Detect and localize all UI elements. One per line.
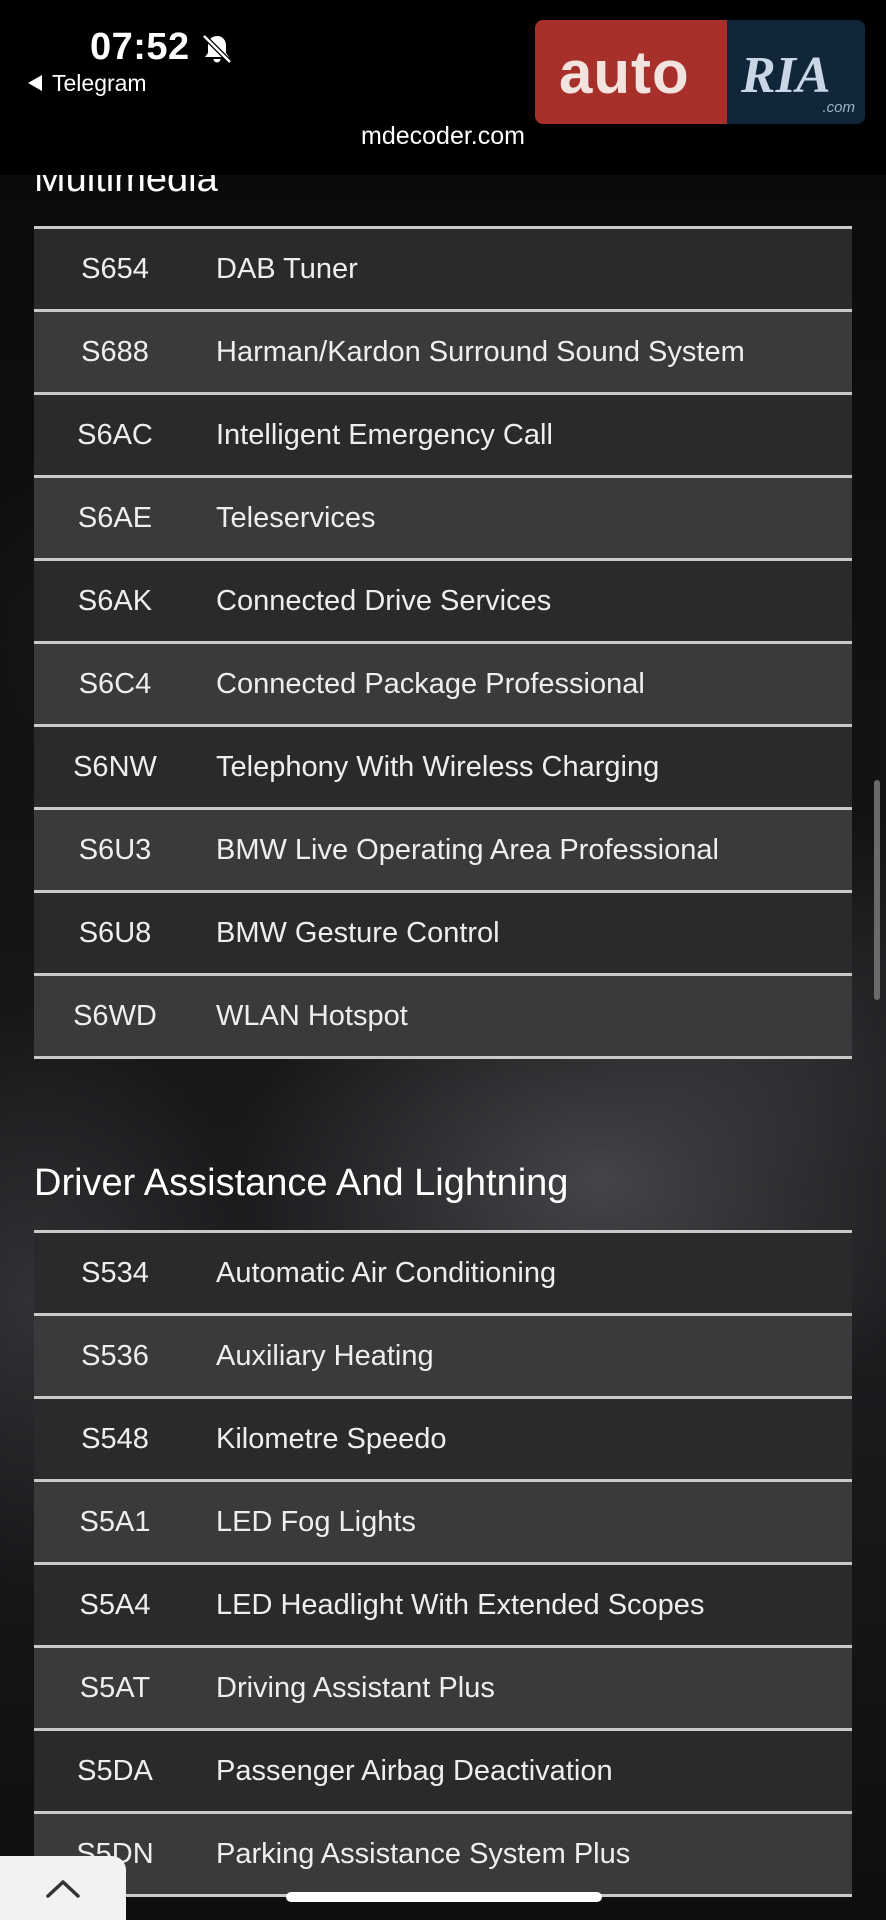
option-code: S6C4: [78, 667, 152, 700]
table-row: S5DN Parking Assistance System Plus: [34, 1814, 852, 1897]
table-row: S6AK Connected Drive Services: [34, 561, 852, 644]
chevron-up-icon: [46, 1880, 80, 1898]
option-description: DAB Tuner: [216, 252, 358, 285]
option-description: Auxiliary Heating: [216, 1339, 434, 1372]
option-description: Automatic Air Conditioning: [216, 1256, 557, 1289]
status-time: 07:52: [90, 26, 190, 68]
page-url[interactable]: mdecoder.com: [0, 122, 886, 151]
option-code: S6AE: [77, 501, 153, 534]
option-code: S5DA: [77, 1754, 153, 1787]
option-code: S5AT: [79, 1671, 151, 1704]
option-code: S534: [81, 1256, 149, 1289]
option-code: S6U8: [78, 916, 152, 949]
option-description: Connected Package Professional: [216, 667, 645, 700]
table-row: S6NW Telephony With Wireless Charging: [34, 727, 852, 810]
table-row: S688 Harman/Kardon Surround Sound System: [34, 312, 852, 395]
section-title-driver-assistance: Driver Assistance And Lightning: [34, 1162, 569, 1204]
option-code: S6NW: [73, 750, 157, 783]
autoria-brand-right: RIA: [741, 47, 831, 104]
option-code: S688: [81, 335, 149, 368]
option-code: S6WD: [73, 999, 157, 1032]
table-row: S536 Auxiliary Heating: [34, 1316, 852, 1399]
option-code: S6AC: [77, 418, 153, 451]
table-row: S6U8 BMW Gesture Control: [34, 893, 852, 976]
back-to-telegram-link[interactable]: Telegram: [28, 70, 147, 97]
option-code: S536: [81, 1339, 149, 1372]
option-code: S5A4: [79, 1588, 151, 1621]
autoria-brand-suffix: .com: [822, 99, 855, 116]
table-row: S5AT Driving Assistant Plus: [34, 1648, 852, 1731]
table-row: S6U3 BMW Live Operating Area Professional: [34, 810, 852, 893]
autoria-logo-left: auto: [535, 20, 727, 124]
option-description: Telephony With Wireless Charging: [216, 750, 660, 783]
option-code: S5A1: [79, 1505, 151, 1538]
scrollbar[interactable]: [874, 780, 880, 1000]
table-row: S534 Automatic Air Conditioning: [34, 1233, 852, 1316]
option-description: LED Fog Lights: [216, 1505, 416, 1538]
back-app-label: Telegram: [52, 70, 147, 96]
option-description: LED Headlight With Extended Scopes: [216, 1588, 705, 1621]
option-description: Passenger Airbag Deactivation: [216, 1754, 613, 1787]
autoria-logo-right: RIA .com: [727, 20, 865, 124]
option-description: WLAN Hotspot: [216, 999, 408, 1032]
table-row: S654 DAB Tuner: [34, 229, 852, 312]
table-row: S548 Kilometre Speedo: [34, 1399, 852, 1482]
table-row: S6C4 Connected Package Professional: [34, 644, 852, 727]
option-code: S6U3: [78, 833, 152, 866]
options-table-multimedia: S654 DAB Tuner S688 Harman/Kardon Surround…: [34, 226, 852, 1059]
status-bar: 07:52 Telegram mdecoder.com auto RIA .co…: [0, 0, 886, 175]
table-row: S5A4 LED Headlight With Extended Scopes: [34, 1565, 852, 1648]
autoria-watermark: auto RIA .com: [535, 20, 865, 124]
option-description: Driving Assistant Plus: [216, 1671, 495, 1704]
back-arrow-icon: [28, 74, 42, 91]
option-code: S654: [81, 252, 149, 285]
table-row: S5A1 LED Fog Lights: [34, 1482, 852, 1565]
table-row: S6AE Teleservices: [34, 478, 852, 561]
option-description: Connected Drive Services: [216, 584, 552, 617]
option-description: Kilometre Speedo: [216, 1422, 447, 1455]
option-description: Harman/Kardon Surround Sound System: [216, 335, 745, 368]
autoria-brand-left: auto: [559, 39, 690, 106]
option-description: BMW Live Operating Area Professional: [216, 833, 719, 866]
option-description: BMW Gesture Control: [216, 916, 500, 949]
option-code: S6AK: [77, 584, 153, 617]
option-description: Parking Assistance System Plus: [216, 1837, 631, 1870]
table-row: S6WD WLAN Hotspot: [34, 976, 852, 1059]
option-description: Teleservices: [216, 501, 376, 534]
option-description: Intelligent Emergency Call: [216, 418, 553, 451]
table-row: S5DA Passenger Airbag Deactivation: [34, 1731, 852, 1814]
options-table-driver-assistance: S534 Automatic Air Conditioning S536 Auxil…: [34, 1230, 852, 1897]
table-row: S6AC Intelligent Emergency Call: [34, 395, 852, 478]
bell-slash-icon: [202, 34, 232, 64]
option-code: S548: [81, 1422, 149, 1455]
home-indicator[interactable]: [286, 1892, 602, 1902]
scroll-to-top-button[interactable]: [0, 1856, 126, 1920]
